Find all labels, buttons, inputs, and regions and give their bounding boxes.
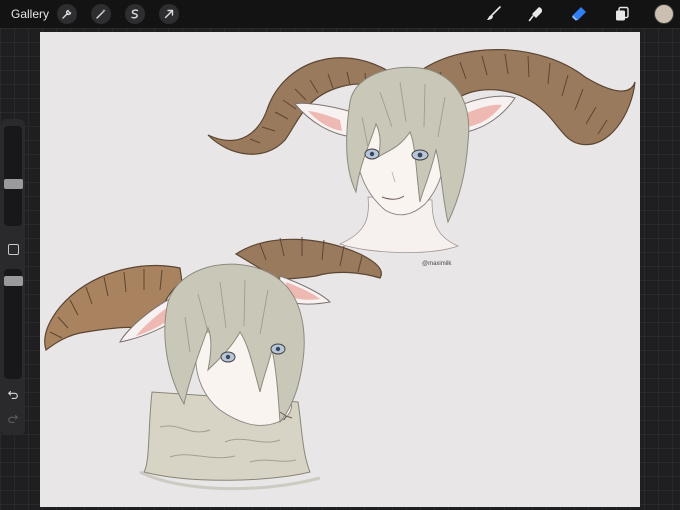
- gallery-button[interactable]: Gallery: [11, 7, 49, 21]
- right-toolset: [482, 0, 680, 28]
- wrench-icon[interactable]: [57, 4, 78, 24]
- square-modify-icon[interactable]: [8, 244, 19, 255]
- brush-size-slider[interactable]: [4, 126, 22, 226]
- top-figure: [207, 49, 636, 253]
- artist-watermark: @maximilk: [422, 261, 452, 267]
- brush-sidebar: [1, 119, 25, 435]
- drawing-canvas[interactable]: @maximilk: [40, 32, 640, 507]
- brush-size-handle[interactable]: [4, 179, 23, 189]
- artwork: @maximilk: [44, 49, 636, 491]
- opacity-handle[interactable]: [4, 276, 23, 286]
- redo-icon[interactable]: [6, 412, 20, 426]
- layers-icon[interactable]: [611, 3, 633, 25]
- color-picker-swatch[interactable]: [654, 4, 674, 24]
- eraser-icon[interactable]: [568, 3, 590, 25]
- bottom-figure: [44, 237, 382, 491]
- transform-arrow-icon[interactable]: [159, 4, 180, 24]
- smudge-icon[interactable]: [525, 3, 547, 25]
- brush-icon[interactable]: [482, 3, 504, 25]
- selection-icon[interactable]: [125, 4, 146, 24]
- undo-icon[interactable]: [6, 388, 20, 402]
- top-toolbar: Gallery: [0, 0, 680, 28]
- magic-wand-icon[interactable]: [91, 4, 112, 24]
